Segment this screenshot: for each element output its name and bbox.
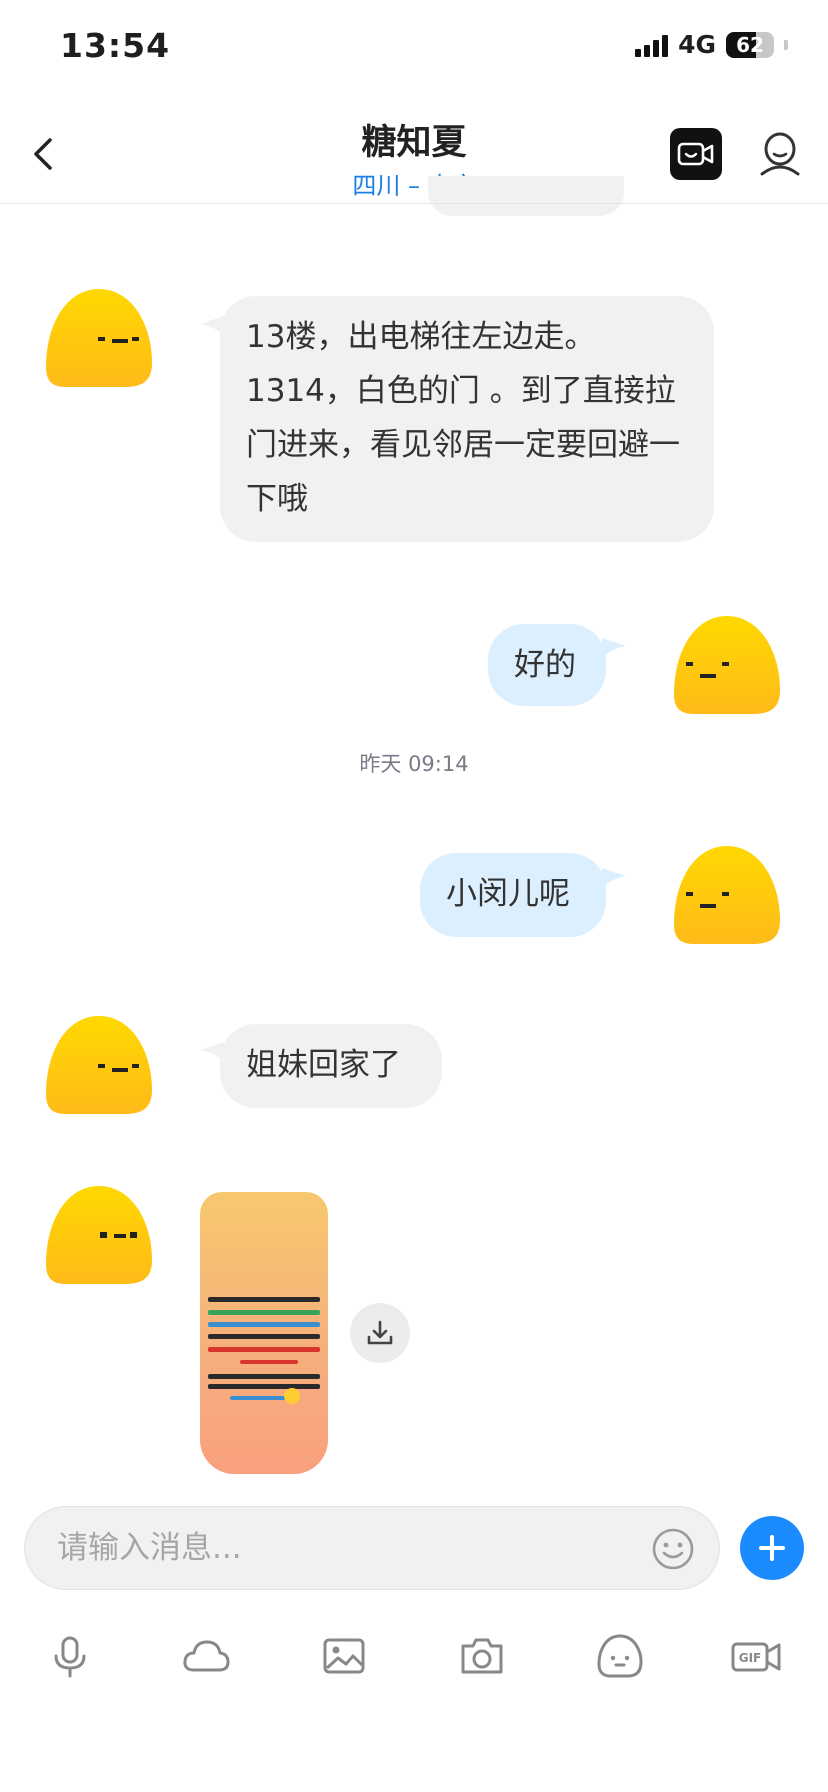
timestamp-divider: 昨天 09:14 (359, 752, 469, 776)
profile-icon[interactable] (756, 130, 804, 178)
sticker-icon[interactable] (596, 1632, 644, 1680)
image-icon[interactable] (320, 1632, 368, 1680)
add-button[interactable] (740, 1516, 804, 1580)
camera-icon[interactable] (458, 1632, 506, 1680)
battery-icon: 62 (726, 31, 774, 58)
my-avatar[interactable] (672, 842, 782, 946)
battery-percent: 62 (736, 32, 764, 57)
microphone-icon[interactable] (46, 1632, 94, 1680)
image-message[interactable] (200, 1192, 328, 1474)
contact-avatar[interactable] (44, 1012, 154, 1116)
emoji-icon[interactable] (651, 1527, 695, 1571)
message-bubble[interactable]: 小闵儿呢 (420, 853, 606, 937)
message-bubble[interactable]: 好的 (488, 624, 606, 706)
contact-avatar[interactable] (44, 1182, 154, 1286)
bubble-tail (602, 868, 626, 888)
video-camera-icon (677, 142, 714, 166)
message-bubble[interactable]: 姐妹回家了 (220, 1024, 442, 1108)
cloud-icon[interactable] (182, 1632, 230, 1680)
contact-avatar[interactable] (44, 285, 154, 389)
svg-text:GIF: GIF (739, 1651, 762, 1665)
message-bubble[interactable]: 13楼，出电梯往左边走。1314，白色的门 。到了直接拉门进来，看见邻居一定要回… (220, 296, 714, 542)
gif-icon[interactable]: GIF (730, 1632, 782, 1680)
header-divider (0, 203, 828, 204)
battery-tip (784, 39, 788, 50)
status-indicators: 4G 62 (635, 30, 788, 59)
download-button[interactable] (350, 1303, 410, 1363)
previous-message-bubble (428, 176, 624, 216)
video-call-button[interactable] (670, 128, 722, 180)
message-input-box[interactable] (24, 1506, 720, 1590)
signal-icon (635, 33, 669, 57)
plus-icon (759, 1535, 785, 1561)
download-icon (367, 1320, 393, 1345)
message-input[interactable] (55, 1525, 619, 1571)
status-time: 13:54 (60, 26, 171, 65)
my-avatar[interactable] (672, 612, 782, 716)
network-type: 4G (678, 30, 716, 59)
bubble-tail (602, 638, 626, 658)
